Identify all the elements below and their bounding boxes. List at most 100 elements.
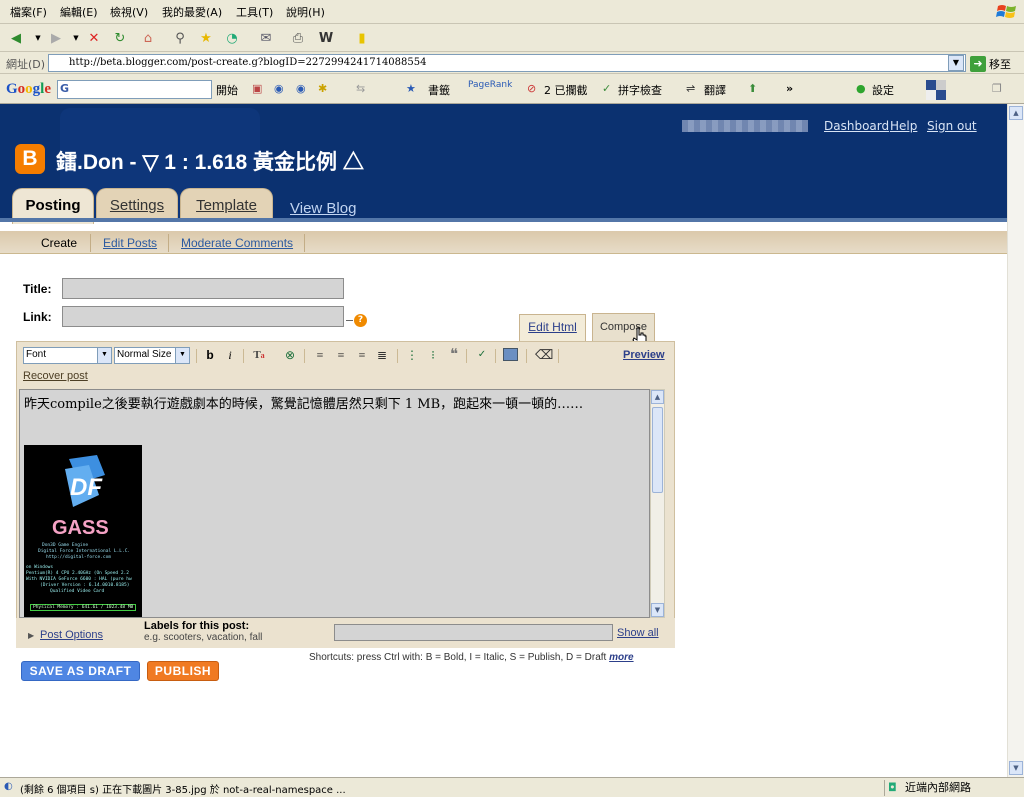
pagerank-button[interactable]: PageRank [468, 80, 512, 90]
link-input[interactable] [62, 306, 344, 327]
menu-help[interactable]: 說明(H) [286, 4, 325, 20]
subnav-create[interactable]: Create [41, 236, 77, 250]
toolbar-divider [495, 349, 496, 363]
translate-button[interactable]: 翻譯 [704, 82, 726, 98]
menu-file[interactable]: 檔案(F) [10, 4, 47, 20]
post-options-link[interactable]: Post Options [40, 629, 103, 641]
forward-dropdown-icon[interactable]: ▼ [66, 28, 86, 48]
blockquote-icon[interactable]: ❝ [446, 347, 462, 363]
bold-icon[interactable]: b [202, 347, 218, 363]
home-icon[interactable]: ⌂ [138, 28, 158, 48]
stop-icon[interactable]: ✕ [84, 28, 104, 48]
google-search-input[interactable] [57, 80, 212, 99]
google-toolbar: Google G 開始 ▣ ◉ ◉ ✱ ⇆ ★ 書籤 PageRank ⊘ 2 … [0, 74, 1024, 104]
print-icon[interactable]: ⎙ [288, 28, 308, 48]
image-icon[interactable] [503, 348, 518, 361]
scroll-up-icon[interactable]: ▲ [651, 390, 664, 404]
more-chevron[interactable]: » [786, 82, 793, 95]
show-all-link[interactable]: Show all [617, 627, 659, 639]
scroll-down-icon[interactable]: ▼ [1009, 761, 1023, 775]
align-left-icon[interactable]: ≡ [312, 347, 328, 363]
menu-tools[interactable]: 工具(T) [236, 4, 273, 20]
history-icon[interactable]: ◔ [222, 28, 242, 48]
edit-word-icon[interactable]: W [316, 28, 336, 48]
subnav-divider [90, 234, 91, 252]
dashboard-link[interactable]: Dashboard [824, 119, 889, 133]
posting-subnav: Create Edit Posts Moderate Comments [0, 231, 1007, 254]
align-right-icon[interactable]: ≡ [354, 347, 370, 363]
expand-arrow-icon[interactable]: ▶ [28, 631, 34, 640]
tab-edit-html[interactable]: Edit Html [519, 314, 586, 341]
editor-scrollbar[interactable]: ▲ ▼ [650, 389, 665, 618]
page-scrollbar[interactable]: ▲ ▼ [1007, 104, 1024, 777]
subnav-edit-posts[interactable]: Edit Posts [103, 236, 157, 250]
windows-switch-icon[interactable] [926, 80, 946, 103]
menu-edit[interactable]: 編輯(E) [60, 4, 98, 20]
refresh-icon[interactable]: ↻ [110, 28, 130, 48]
back-icon[interactable]: ◀ [6, 28, 26, 48]
intranet-icon: ◘ [888, 781, 897, 794]
spellcheck-icon[interactable]: ✓ [474, 347, 490, 363]
align-justify-icon[interactable]: ≣ [374, 347, 390, 363]
puzzle-icon[interactable]: ✱ [318, 82, 327, 95]
tab-template[interactable]: Template [180, 188, 273, 222]
menu-view[interactable]: 檢視(V) [110, 4, 148, 20]
upload-icon[interactable]: ⬆ [748, 82, 757, 95]
mail-icon[interactable]: ✉ [256, 28, 276, 48]
go-button[interactable]: ➜ 移至 [970, 55, 1011, 72]
title-input[interactable] [62, 278, 344, 299]
tab-settings[interactable]: Settings [96, 188, 178, 222]
address-dropdown-icon[interactable]: ▼ [948, 55, 964, 71]
view-blog-link[interactable]: View Blog [290, 200, 356, 217]
image-text-line: Pentium(R) 4 CPU 2.40GHz (On Speed 2.2 [26, 571, 129, 576]
gadget-icon[interactable]: ❐ [992, 82, 1002, 95]
size-select[interactable]: Normal Size ▼ [114, 347, 190, 364]
sign-out-link[interactable]: Sign out [927, 119, 977, 133]
italic-icon[interactable]: i [222, 347, 238, 363]
gass-brand: GASS [52, 517, 109, 539]
notes-icon[interactable]: ▮ [352, 28, 372, 48]
bookmarks-button[interactable]: 書籤 [428, 82, 450, 98]
scroll-up-icon[interactable]: ▲ [1009, 106, 1023, 120]
highlight-icon[interactable]: ⇆ [356, 82, 365, 95]
blog-header: Dashboard Help Sign out B 鐳.Don - ▽ 1 : … [0, 104, 1007, 224]
search-icon[interactable]: ⚲ [170, 28, 190, 48]
help-icon[interactable]: ? [354, 314, 367, 327]
settings-button[interactable]: 設定 [872, 82, 894, 98]
spellcheck-button[interactable]: 拼字檢查 [618, 82, 662, 98]
favorites-icon[interactable]: ★ [196, 28, 216, 48]
news-icon[interactable]: ▣ [252, 82, 262, 95]
more-shortcuts-link[interactable]: more [609, 652, 633, 663]
blogger-logo-icon: B [15, 144, 45, 174]
toolbar-divider [196, 349, 197, 363]
link-icon[interactable]: ⊗ [282, 347, 298, 363]
earth-icon[interactable]: ◉ [296, 82, 306, 95]
scroll-thumb[interactable] [652, 407, 663, 493]
save-as-draft-button[interactable]: SAVE AS DRAFT [21, 661, 140, 681]
globe-icon[interactable]: ◉ [274, 82, 284, 95]
text-color-icon[interactable]: Ta [251, 347, 267, 363]
publish-button[interactable]: PUBLISH [147, 661, 219, 681]
bullet-list-icon[interactable]: ⁝ [425, 347, 441, 363]
align-center-icon[interactable]: ≡ [333, 347, 349, 363]
font-select[interactable]: Font ▼ [23, 347, 112, 364]
google-logo: Google [6, 81, 52, 97]
menu-favorites[interactable]: 我的最愛(A) [162, 4, 222, 20]
recover-post-link[interactable]: Recover post [23, 370, 88, 382]
post-image[interactable]: DF GASS Don3D Game Engine Digital Force … [24, 445, 142, 617]
forward-icon[interactable]: ▶ [46, 28, 66, 48]
back-dropdown-icon[interactable]: ▼ [28, 28, 48, 48]
google-start-button[interactable]: 開始 [216, 82, 238, 98]
scroll-down-icon[interactable]: ▼ [651, 603, 664, 617]
post-body-editor[interactable]: 昨天compile之後要執行遊戲劇本的時候，驚覺記憶體居然只剩下 1 MB，跑起… [19, 389, 650, 618]
subnav-moderate-comments[interactable]: Moderate Comments [181, 236, 293, 250]
labels-input[interactable] [334, 624, 613, 641]
preview-link[interactable]: Preview [623, 349, 665, 361]
popup-blocked-count[interactable]: 2 已攔截 [544, 82, 588, 98]
eraser-icon[interactable]: ⌫ [535, 347, 553, 363]
subnav-divider [168, 234, 169, 252]
address-input[interactable]: http://beta.blogger.com/post-create.g?bl… [48, 54, 966, 72]
numbered-list-icon[interactable]: ⋮ [404, 347, 420, 363]
font-select-value: Font [26, 349, 47, 360]
help-link[interactable]: Help [890, 119, 917, 133]
